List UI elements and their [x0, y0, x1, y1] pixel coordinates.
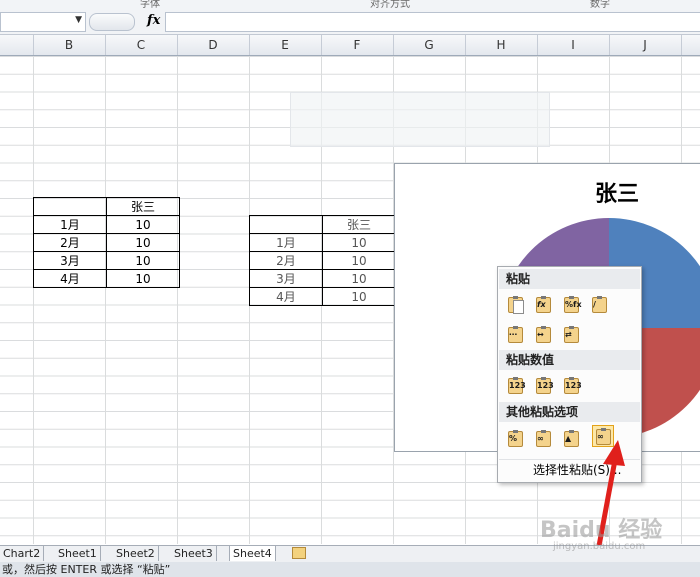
- column-header-e[interactable]: E: [249, 35, 322, 55]
- column-headers: B C D E F G H I J: [0, 35, 700, 56]
- paste-picture-button[interactable]: ▲: [560, 427, 582, 449]
- name-box[interactable]: ▼: [0, 12, 86, 32]
- table-cell-value[interactable]: 10: [106, 215, 180, 234]
- insert-function-icon[interactable]: fx: [147, 13, 160, 28]
- table-row: 3月 10: [33, 251, 180, 270]
- table-cell-month[interactable]: 4月: [249, 287, 323, 306]
- table-cell-value[interactable]: 10: [322, 269, 396, 288]
- formula-bar-grip[interactable]: [89, 13, 135, 31]
- table-cell-value[interactable]: 10: [106, 269, 180, 288]
- paste-link-button[interactable]: ∞: [532, 427, 554, 449]
- column-header-partial[interactable]: [0, 35, 34, 55]
- table-cell-month[interactable]: 3月: [33, 251, 107, 270]
- table-header[interactable]: 张三: [322, 215, 396, 234]
- table-cell-month[interactable]: 3月: [249, 269, 323, 288]
- table-cell-month[interactable]: 4月: [33, 269, 107, 288]
- sheet-tab-chart2[interactable]: Chart2: [0, 546, 45, 561]
- section-other-paste-label: 其他粘贴选项: [499, 402, 640, 422]
- table-cell-month[interactable]: 1月: [249, 233, 323, 252]
- formula-input[interactable]: [165, 12, 700, 32]
- page-icon: [513, 300, 524, 314]
- watermark-logo: Baidu 经验: [540, 518, 663, 543]
- table-cell-value[interactable]: 10: [322, 287, 396, 306]
- insert-sheet-icon[interactable]: [292, 547, 306, 559]
- table-cell-value[interactable]: 10: [322, 233, 396, 252]
- paste-button[interactable]: [504, 293, 526, 315]
- data-table-1: 张三 1月 10 2月 10 3月 10 4月 10: [33, 197, 180, 288]
- table-header[interactable]: 张三: [106, 197, 180, 216]
- section-paste-label: 粘贴: [499, 269, 640, 289]
- paste-no-borders-button[interactable]: ⋯: [504, 323, 526, 345]
- floating-placeholder: [290, 92, 550, 147]
- sheet-tab-sheet1[interactable]: Sheet1: [55, 546, 101, 561]
- table-cell-value[interactable]: 10: [106, 251, 180, 270]
- watermark-url: jingyan.baidu.com: [553, 541, 646, 552]
- paste-formulas-number-format-button[interactable]: %fx: [560, 293, 582, 315]
- sheet-tab-sheet3[interactable]: Sheet3: [171, 546, 217, 561]
- sheet-tab-sheet2[interactable]: Sheet2: [113, 546, 159, 561]
- column-header-b[interactable]: B: [33, 35, 106, 55]
- column-header-g[interactable]: G: [393, 35, 466, 55]
- paste-keep-column-width-button[interactable]: ↔: [532, 323, 554, 345]
- table-cell-month[interactable]: 2月: [33, 233, 107, 252]
- table-cell-month[interactable]: 2月: [249, 251, 323, 270]
- sheet-tab-sheet4[interactable]: Sheet4: [229, 546, 276, 561]
- table-row: 4月 10: [33, 269, 180, 288]
- paste-formulas-button[interactable]: fx: [532, 293, 554, 315]
- chevron-down-icon[interactable]: ▼: [75, 15, 82, 25]
- table-row: 2月 10: [33, 233, 180, 252]
- column-header-j[interactable]: J: [609, 35, 682, 55]
- paste-values-source-format-button[interactable]: 123: [560, 374, 582, 396]
- column-header-c[interactable]: C: [105, 35, 178, 55]
- column-header-d[interactable]: D: [177, 35, 250, 55]
- formula-bar: ▼ fx: [0, 10, 700, 35]
- ribbon-group-font: 字体: [140, 0, 160, 10]
- table-row: 1月 10: [249, 233, 396, 252]
- table-row: 1月 10: [33, 215, 180, 234]
- chart-title[interactable]: 张三: [595, 176, 639, 208]
- data-table-2: 张三 1月 10 2月 10 3月 10 4月 10: [249, 215, 396, 306]
- table-cell[interactable]: [33, 197, 107, 216]
- table-cell-value[interactable]: 10: [322, 251, 396, 270]
- paste-values-button[interactable]: 123: [504, 374, 526, 396]
- status-bar: 或，然后按 ENTER 或选择 “粘贴”: [0, 562, 700, 577]
- table-row: 4月 10: [249, 287, 396, 306]
- ribbon-group-number: 数字: [590, 0, 610, 10]
- column-header-i[interactable]: I: [537, 35, 610, 55]
- paste-keep-source-format-button[interactable]: /: [588, 293, 610, 315]
- table-cell-value[interactable]: 10: [106, 233, 180, 252]
- table-row: 2月 10: [249, 251, 396, 270]
- paste-formatting-button[interactable]: %: [504, 427, 526, 449]
- column-header-f[interactable]: F: [321, 35, 394, 55]
- section-paste-values-label: 粘贴数值: [499, 350, 640, 370]
- ribbon-group-alignment: 对齐方式: [370, 0, 410, 10]
- paste-transpose-button[interactable]: ⇄: [560, 323, 582, 345]
- table-row: 3月 10: [249, 269, 396, 288]
- paste-values-number-format-button[interactable]: 123: [532, 374, 554, 396]
- table-cell-month[interactable]: 1月: [33, 215, 107, 234]
- table-cell[interactable]: [249, 215, 323, 234]
- column-header-h[interactable]: H: [465, 35, 538, 55]
